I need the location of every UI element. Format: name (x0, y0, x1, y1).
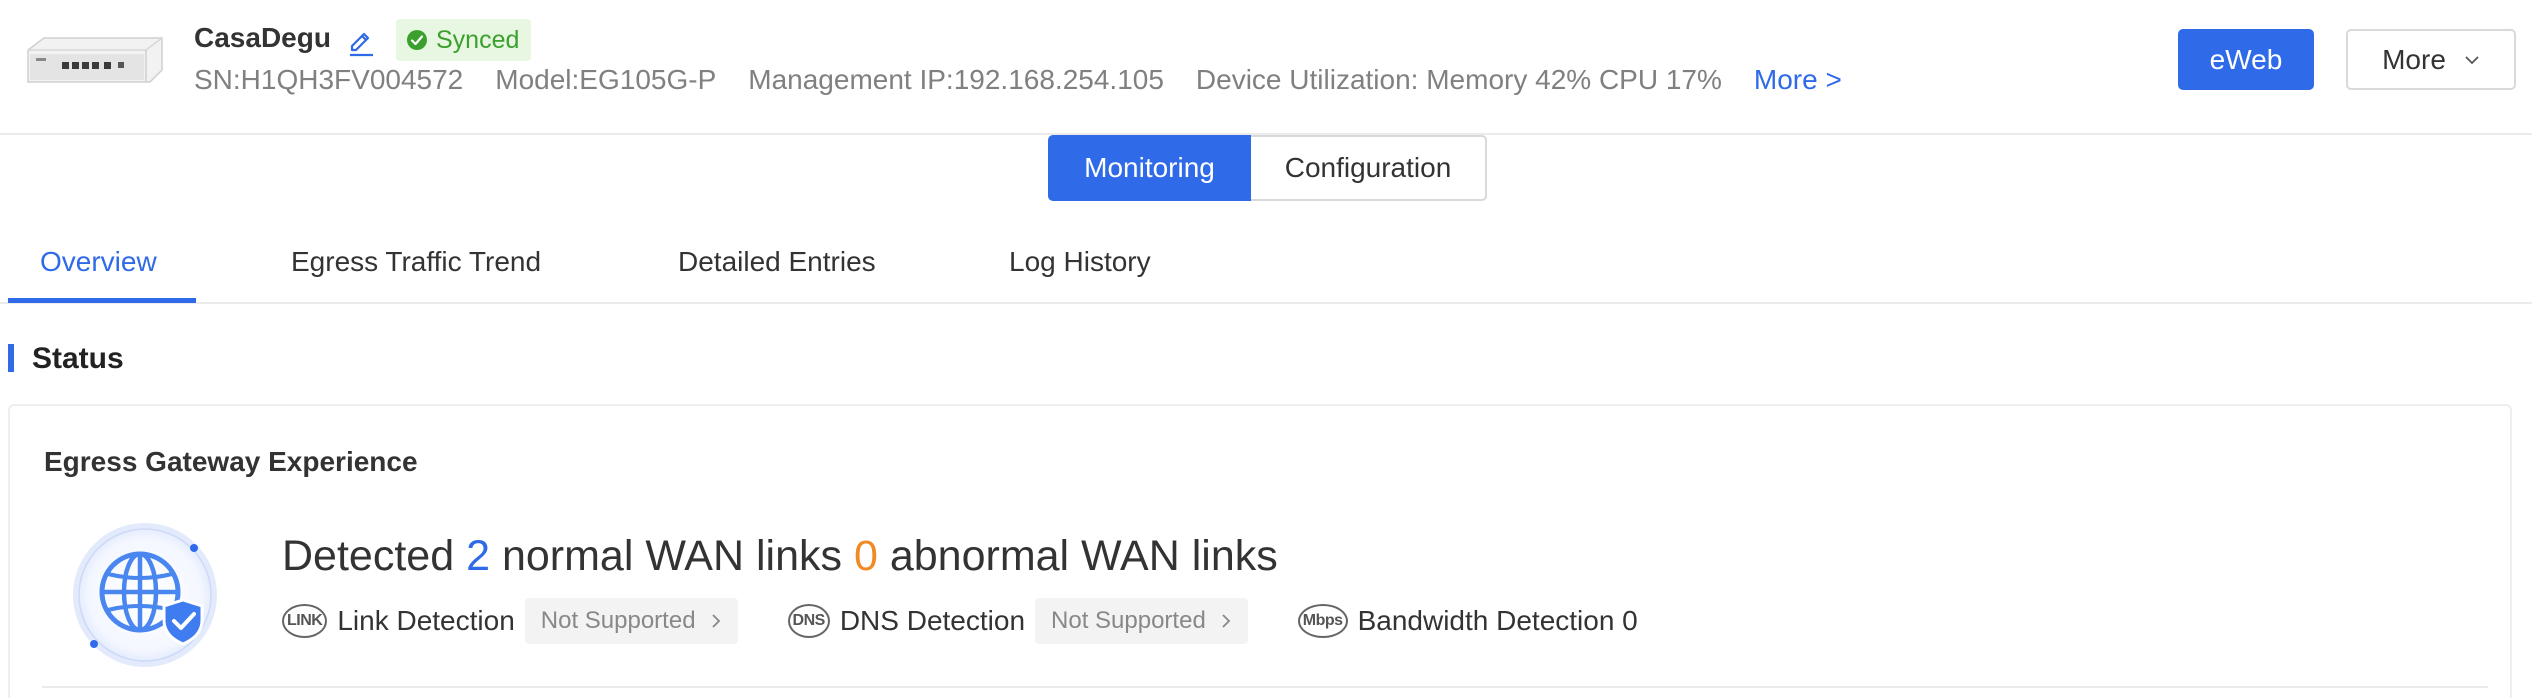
dns-icon: DNS (787, 604, 830, 638)
serial-number: SN:H1QH3FV004572 (194, 64, 464, 95)
globe-shield-icon (73, 523, 217, 667)
configuration-toggle-button[interactable]: Configuration (1251, 135, 1487, 201)
sync-status-badge: Synced (396, 19, 532, 61)
more-dropdown-button[interactable]: More (2346, 29, 2516, 90)
egress-gateway-card: Egress Gateway Experience Detected 2 nor… (8, 404, 2512, 698)
view-mode-toggle: Monitoring Configuration (1048, 135, 1487, 201)
normal-wan-count: 2 (466, 532, 490, 580)
more-info-link[interactable]: More > (1754, 64, 1842, 96)
device-name: CasaDegu (194, 22, 331, 53)
chevron-down-icon (2465, 55, 2479, 64)
link-detection-value: Not Supported (540, 607, 696, 634)
device-header: CasaDegu Synced SN:H1QH3FV004572 Model:E… (0, 0, 2532, 135)
monitoring-toggle-button[interactable]: Monitoring (1048, 135, 1251, 201)
wan-summary-headline: Detected 2 normal WAN links 0 abnormal W… (282, 532, 1278, 581)
active-tab-indicator (8, 298, 196, 303)
tab-egress-traffic-trend[interactable]: Egress Traffic Trend (291, 246, 541, 278)
device-meta-row: SN:H1QH3FV004572 Model:EG105G-P Manageme… (194, 64, 1842, 96)
sync-status-label: Synced (436, 25, 520, 54)
link-icon: LINK (282, 604, 328, 638)
bandwidth-icon: Mbps (1297, 604, 1348, 638)
section-title-status: Status (32, 342, 124, 375)
headline-prefix: Detected (282, 532, 455, 580)
chevron-right-icon (1222, 614, 1231, 628)
check-circle-icon (407, 30, 427, 50)
card-title: Egress Gateway Experience (44, 446, 418, 477)
router-device-image (27, 37, 163, 83)
section-accent-bar (8, 344, 14, 372)
detection-row: LINK Link Detection Not Supported DNS DN… (282, 598, 1648, 644)
management-ip: Management IP:192.168.254.105 (748, 64, 1164, 95)
link-detection-label: Link Detection (337, 605, 515, 636)
edit-name-icon[interactable] (346, 24, 376, 58)
tab-detailed-entries[interactable]: Detailed Entries (678, 246, 876, 278)
link-detection-status-button[interactable]: Not Supported (524, 598, 738, 644)
dns-detection-status-button[interactable]: Not Supported (1035, 598, 1248, 644)
abnormal-wan-count: 0 (853, 532, 878, 580)
device-utilization: Device Utilization: Memory 42% CPU 17% (1195, 64, 1722, 95)
tab-log-history[interactable]: Log History (1009, 246, 1151, 278)
more-dropdown-label: More (2382, 43, 2446, 75)
normal-wan-text: normal WAN links (501, 532, 843, 580)
model-number: Model:EG105G-P (495, 64, 717, 95)
bandwidth-detection-label: Bandwidth Detection 0 (1357, 605, 1638, 636)
dns-detection-label: DNS Detection (839, 605, 1026, 636)
dns-detection-value: Not Supported (1051, 607, 1206, 634)
chevron-right-icon (711, 614, 720, 628)
tab-overview[interactable]: Overview (40, 246, 157, 278)
abnormal-wan-text: abnormal WAN links (889, 532, 1278, 580)
card-divider (42, 686, 2488, 688)
eweb-button[interactable]: eWeb (2178, 29, 2314, 90)
tab-bar: Overview Egress Traffic Trend Detailed E… (0, 230, 2532, 304)
